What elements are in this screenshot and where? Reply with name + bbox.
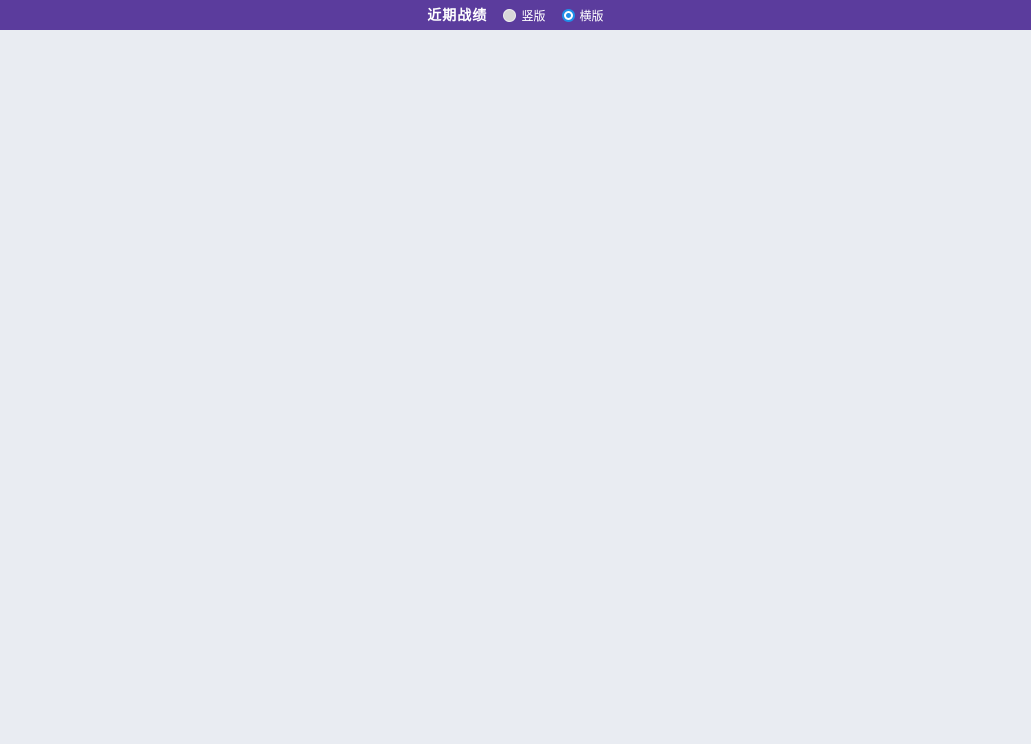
radio-unselected-icon: [503, 8, 517, 22]
page: 近期战绩 竖版 横版: [0, 0, 1031, 30]
radio-selected-icon: [561, 8, 575, 22]
radio-vertical-label: 竖版: [521, 8, 546, 23]
radio-horizontal-layout[interactable]: 横版: [561, 7, 604, 24]
page-title: 近期战绩: [427, 7, 488, 23]
radio-horizontal-label: 横版: [579, 8, 604, 23]
top-bar: 近期战绩 竖版 横版: [0, 0, 1031, 30]
radio-vertical-layout[interactable]: 竖版: [503, 7, 546, 24]
